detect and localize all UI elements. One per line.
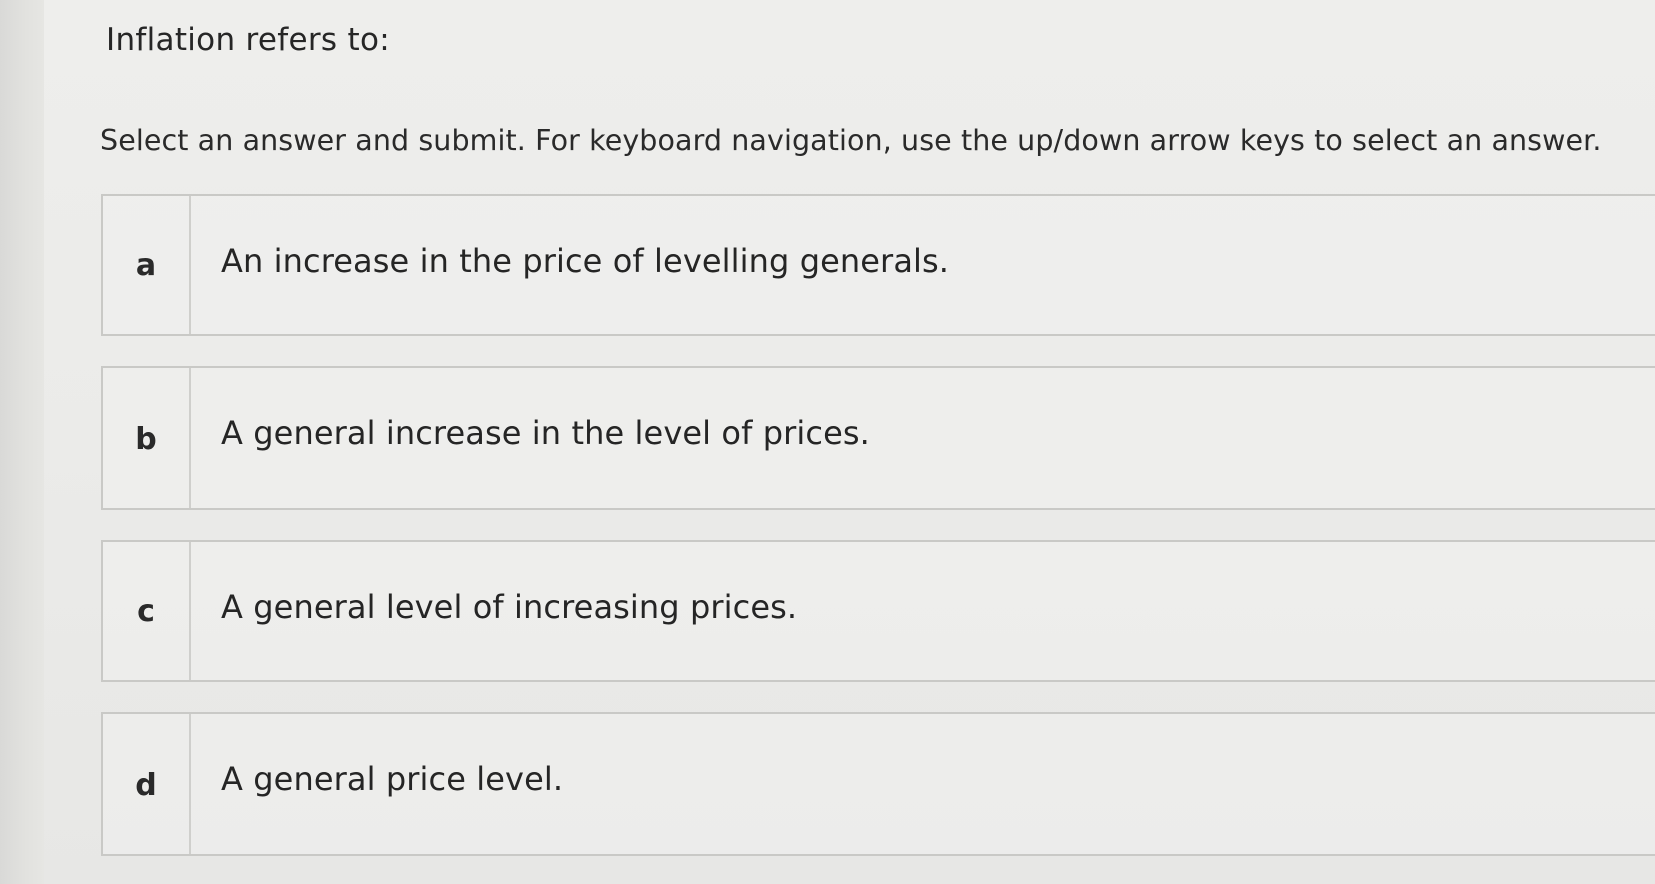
left-edge-strip <box>0 0 44 884</box>
choice-text-b: A general increase in the level of price… <box>221 414 870 452</box>
choice-letter-b: b <box>103 368 191 508</box>
choice-letter-c: c <box>103 542 191 680</box>
answer-choice-c[interactable]: c A general level of increasing prices. <box>101 540 1655 682</box>
choice-text-d: A general price level. <box>221 760 564 798</box>
answer-choice-d[interactable]: d A general price level. <box>101 712 1655 856</box>
choice-letter-d: d <box>103 714 191 854</box>
answer-instructions: Select an answer and submit. For keyboar… <box>100 124 1602 157</box>
answer-choice-b[interactable]: b A general increase in the level of pri… <box>101 366 1655 510</box>
answer-choice-a[interactable]: a An increase in the price of levelling … <box>101 194 1655 336</box>
choice-text-c: A general level of increasing prices. <box>221 588 798 626</box>
choice-letter-a: a <box>103 196 191 334</box>
question-title: Inflation refers to: <box>106 22 390 58</box>
choice-text-a: An increase in the price of levelling ge… <box>221 242 950 280</box>
